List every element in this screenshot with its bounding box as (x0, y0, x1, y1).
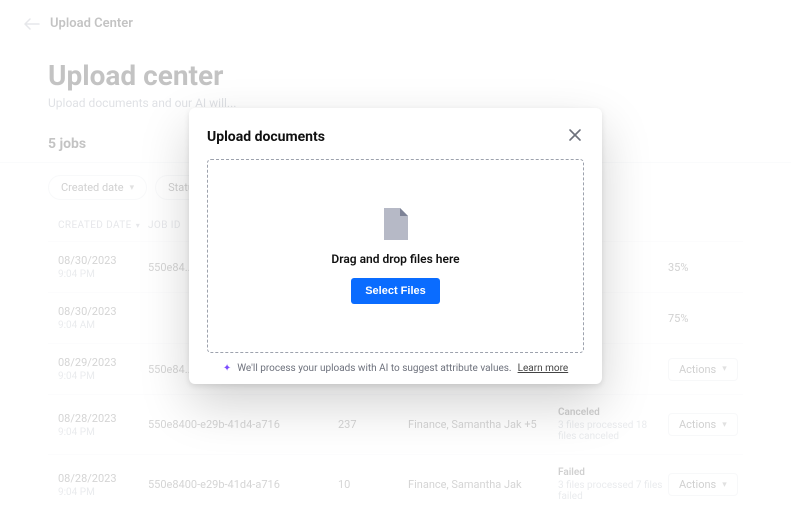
select-files-button[interactable]: Select Files (351, 278, 440, 304)
learn-more-link[interactable]: Learn more (518, 363, 569, 374)
dropzone-text: Drag and drop files here (331, 252, 459, 266)
close-button[interactable] (566, 126, 584, 147)
footer-text: We'll process your uploads with AI to su… (237, 363, 511, 374)
dropzone[interactable]: Drag and drop files here Select Files (207, 159, 584, 353)
modal-title: Upload documents (207, 129, 325, 145)
file-icon (383, 208, 409, 240)
upload-documents-modal: Upload documents Drag and drop files her… (189, 108, 602, 384)
sparkle-icon: ✦ (223, 363, 231, 374)
close-icon (568, 128, 582, 142)
